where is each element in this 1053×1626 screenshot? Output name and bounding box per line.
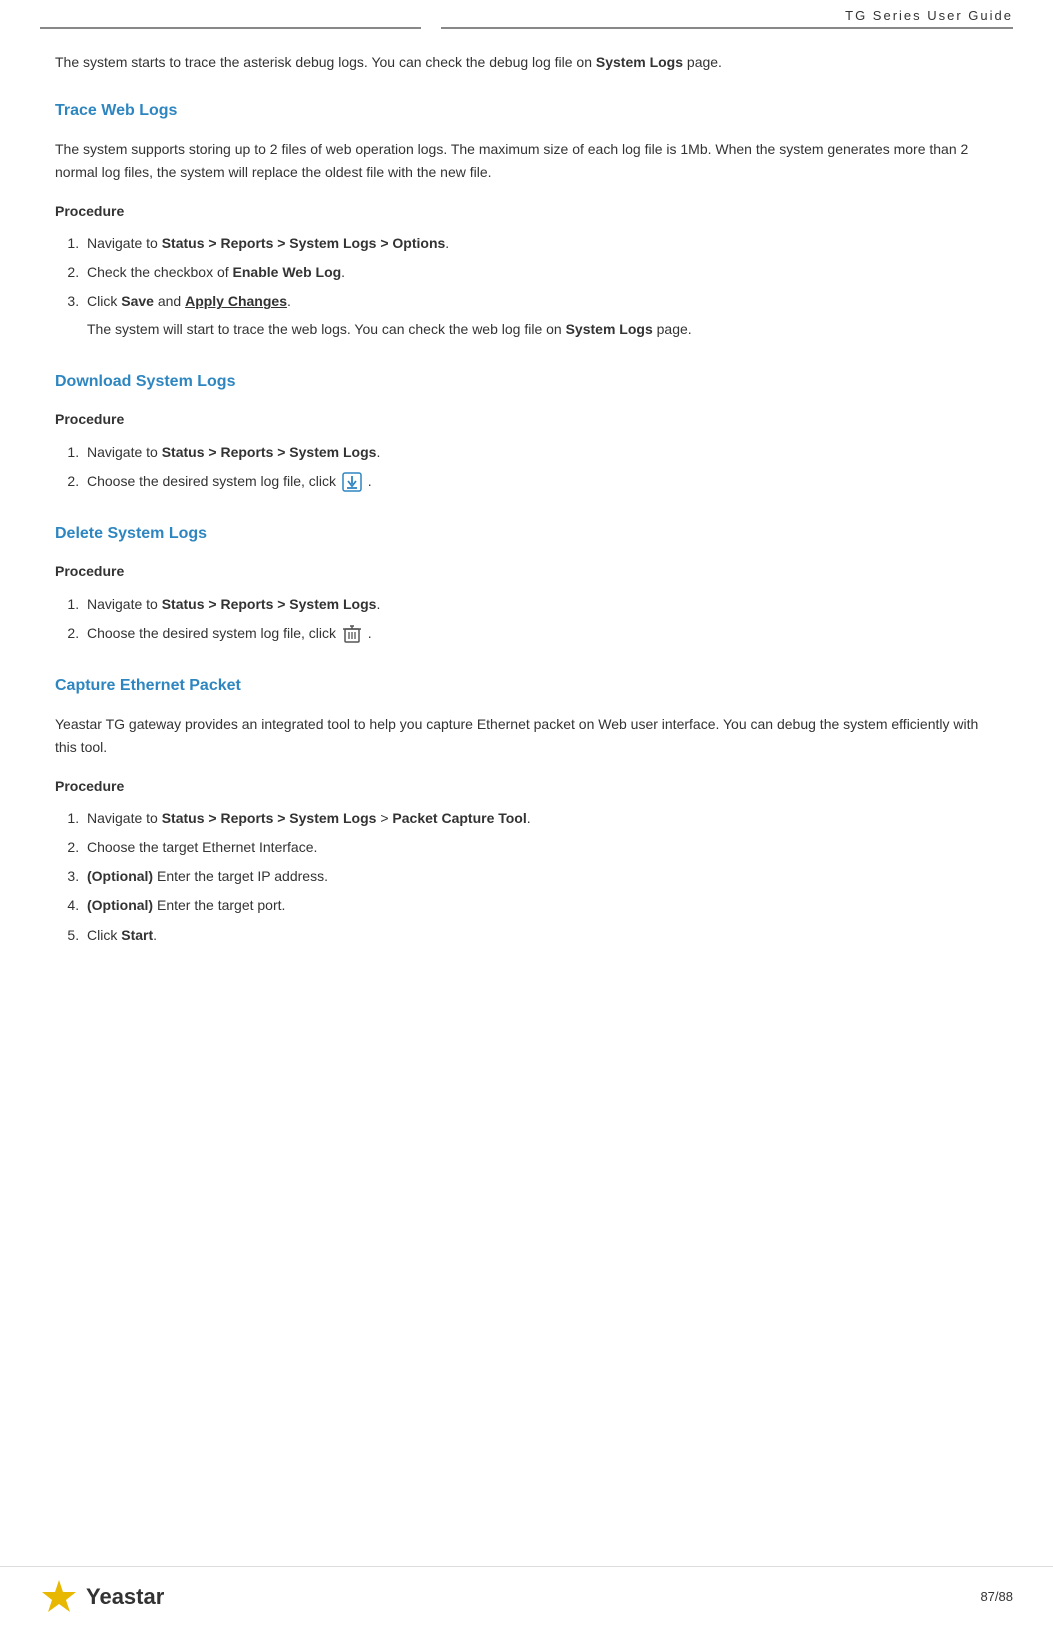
capture-ethernet-steps: Navigate to Status > Reports > System Lo… xyxy=(83,807,998,946)
step-sub-text: The system will start to trace the web l… xyxy=(87,318,998,341)
heading-delete-system-logs: Delete System Logs xyxy=(55,521,998,547)
procedure-label-3: Procedure xyxy=(55,560,998,582)
step-bold: Enable Web Log xyxy=(233,264,342,280)
trace-web-logs-description: The system supports storing up to 2 file… xyxy=(55,138,998,184)
step-bold-apply: Apply Changes xyxy=(185,293,287,309)
sub-text-after: page. xyxy=(653,321,692,337)
download-logs-steps: Navigate to Status > Reports > System Lo… xyxy=(83,441,998,493)
step-text: Navigate to xyxy=(87,596,162,612)
step-text: Navigate to xyxy=(87,444,162,460)
sub-text-before: The system will start to trace the web l… xyxy=(87,321,566,337)
intro-bold-system-logs: System Logs xyxy=(596,54,683,70)
step-period: . xyxy=(376,444,380,460)
footer-page-number: 87/88 xyxy=(980,1589,1013,1604)
step-text: Click xyxy=(87,293,121,309)
step-and: and xyxy=(154,293,185,309)
step-nav-bold: Status > Reports > System Logs xyxy=(162,596,377,612)
step-text: Navigate to xyxy=(87,810,162,826)
step-text: Click xyxy=(87,927,121,943)
list-item: (Optional) Enter the target IP address. xyxy=(83,865,998,888)
step-bold-save: Save xyxy=(121,293,154,309)
step-text: Choose the target Ethernet Interface. xyxy=(87,839,317,855)
step-text-after: . xyxy=(445,235,449,251)
step-period: . xyxy=(376,596,380,612)
list-item: Choose the desired system log file, clic… xyxy=(83,470,998,493)
step-period: . xyxy=(527,810,531,826)
list-item: Click Save and Apply Changes. The system… xyxy=(83,290,998,340)
delete-logs-steps: Navigate to Status > Reports > System Lo… xyxy=(83,593,998,645)
list-item: Navigate to Status > Reports > System Lo… xyxy=(83,441,998,464)
list-item: Choose the target Ethernet Interface. xyxy=(83,836,998,859)
header-rule-middle xyxy=(441,27,1013,29)
trace-web-logs-steps: Navigate to Status > Reports > System Lo… xyxy=(83,232,998,340)
section-download-system-logs: Download System Logs Procedure Navigate … xyxy=(55,369,998,493)
step-text: Enter the target IP address. xyxy=(153,868,328,884)
trash-icon xyxy=(342,624,362,644)
section-capture-ethernet-packet: Capture Ethernet Packet Yeastar TG gatew… xyxy=(55,673,998,947)
step-text: Navigate to xyxy=(87,235,162,251)
intro-paragraph: The system starts to trace the asterisk … xyxy=(55,51,998,74)
intro-text: The system starts to trace the asterisk … xyxy=(55,54,596,70)
section-trace-web-logs: Trace Web Logs The system supports stori… xyxy=(55,98,998,341)
step-optional-bold: (Optional) xyxy=(87,868,153,884)
intro-text-after: page. xyxy=(683,54,722,70)
step-text: Choose the desired system log file, clic… xyxy=(87,625,340,641)
list-item: Navigate to Status > Reports > System Lo… xyxy=(83,807,998,830)
step-nav-bold: Status > Reports > System Logs > Options xyxy=(162,235,446,251)
step-arrow: > xyxy=(376,810,392,826)
heading-download-system-logs: Download System Logs xyxy=(55,369,998,395)
list-item: Navigate to Status > Reports > System Lo… xyxy=(83,593,998,616)
section-delete-system-logs: Delete System Logs Procedure Navigate to… xyxy=(55,521,998,645)
step-nav-bold: Status > Reports > System Logs xyxy=(162,810,377,826)
header-rule-left xyxy=(40,27,421,29)
step-period: . xyxy=(287,293,291,309)
footer-logo-text: Yeastar xyxy=(86,1584,164,1610)
procedure-label-2: Procedure xyxy=(55,408,998,430)
procedure-label-4: Procedure xyxy=(55,775,998,797)
step-text: Check the checkbox of xyxy=(87,264,233,280)
sub-bold: System Logs xyxy=(566,321,653,337)
step-text: Choose the desired system log file, clic… xyxy=(87,473,340,489)
step-bold-packet: Packet Capture Tool xyxy=(392,810,526,826)
header-title: TG Series User Guide xyxy=(845,8,1013,23)
list-item: Click Start. xyxy=(83,924,998,947)
yeastar-logo-icon xyxy=(40,1578,78,1616)
heading-capture-ethernet-packet: Capture Ethernet Packet xyxy=(55,673,998,699)
step-text-after: . xyxy=(368,625,372,641)
step-period: . xyxy=(153,927,157,943)
list-item: (Optional) Enter the target port. xyxy=(83,894,998,917)
main-content: The system starts to trace the asterisk … xyxy=(0,31,1053,1055)
download-icon xyxy=(342,472,362,492)
step-text: Enter the target port. xyxy=(153,897,285,913)
step-text-after: . xyxy=(341,264,345,280)
list-item: Check the checkbox of Enable Web Log. xyxy=(83,261,998,284)
list-item: Navigate to Status > Reports > System Lo… xyxy=(83,232,998,255)
step-bold-start: Start xyxy=(121,927,153,943)
footer-logo: Yeastar xyxy=(40,1578,164,1616)
list-item: Choose the desired system log file, clic… xyxy=(83,622,998,645)
capture-ethernet-description: Yeastar TG gateway provides an integrate… xyxy=(55,713,998,759)
step-optional-bold-2: (Optional) xyxy=(87,897,153,913)
header: TG Series User Guide xyxy=(0,0,1053,23)
step-nav-bold: Status > Reports > System Logs xyxy=(162,444,377,460)
heading-trace-web-logs: Trace Web Logs xyxy=(55,98,998,124)
step-text-after: . xyxy=(368,473,372,489)
procedure-label-1: Procedure xyxy=(55,200,998,222)
footer: Yeastar 87/88 xyxy=(0,1566,1053,1626)
